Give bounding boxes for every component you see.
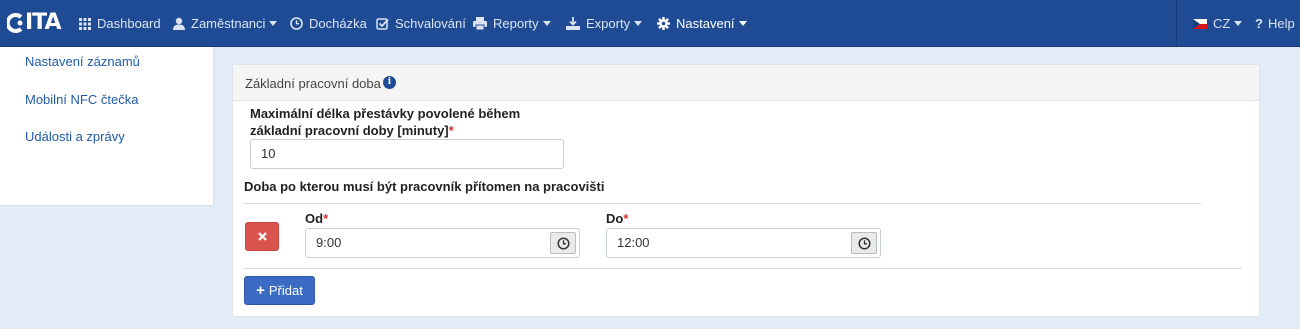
caret-down-icon — [542, 21, 551, 26]
break-label-line1: Maximální délka přestávky povolené během — [250, 106, 521, 121]
to-time-input[interactable]: 12:00 — [606, 228, 881, 258]
clock-icon — [857, 236, 871, 250]
clock-icon — [556, 236, 570, 250]
nav-reports[interactable]: Reporty — [473, 0, 551, 47]
top-navbar: ITA Dashboard Zaměstnanci Docházka Schva… — [0, 0, 1300, 47]
row-divider — [244, 268, 1242, 269]
print-icon — [473, 17, 487, 30]
presence-time-label: Doba po kterou musí být pracovník přítom… — [244, 179, 605, 194]
grid-icon — [79, 17, 91, 30]
to-label: Do* — [606, 211, 628, 226]
info-icon[interactable]: i — [383, 76, 396, 89]
gear-icon — [657, 17, 670, 30]
delete-row-button[interactable] — [245, 222, 279, 251]
panel-header: Základní pracovní doba i — [233, 65, 1259, 101]
close-icon — [257, 232, 267, 241]
help-link[interactable]: ? Help — [1255, 0, 1295, 47]
nav-employees-label: Zaměstnanci — [191, 16, 266, 31]
add-row-button[interactable]: + Přidat — [244, 276, 315, 305]
from-label: Od* — [305, 211, 328, 226]
nav-exports[interactable]: Exporty — [566, 0, 643, 47]
from-label-text: Od — [305, 211, 324, 226]
add-button-label: Přidat — [268, 283, 303, 298]
caret-down-icon — [738, 21, 747, 26]
sidebar-item-record-settings[interactable]: Nastavení záznamů — [25, 54, 140, 69]
nav-settings[interactable]: Nastavení — [657, 0, 747, 47]
nav-employees[interactable]: Zaměstnanci — [173, 0, 278, 47]
sidebar-item-nfc-reader[interactable]: Mobilní NFC čtečka — [25, 92, 138, 107]
from-time-value: 9:00 — [316, 235, 342, 250]
nav-exports-label: Exporty — [586, 16, 631, 31]
to-time-value: 12:00 — [617, 235, 650, 250]
navbar-divider — [1176, 0, 1177, 47]
required-mark: * — [623, 211, 629, 226]
language-label: CZ — [1213, 16, 1231, 31]
caret-down-icon — [269, 21, 278, 26]
nav-attendance[interactable]: Docházka — [290, 0, 367, 47]
sidebar-item-events-messages[interactable]: Události a zprávy — [25, 129, 125, 144]
to-time-picker-button[interactable] — [851, 232, 877, 254]
settings-sidebar: Nastavení záznamů Mobilní NFC čtečka Udá… — [0, 47, 214, 206]
break-minutes-input[interactable]: 10 — [250, 139, 564, 169]
caret-down-icon — [634, 21, 643, 26]
break-length-label: Maximální délka přestávky povolené během… — [250, 106, 520, 138]
user-icon — [173, 17, 185, 30]
nav-dashboard[interactable]: Dashboard — [79, 0, 161, 47]
help-label: Help — [1267, 16, 1295, 31]
required-mark: * — [448, 123, 454, 138]
break-label-line2: základní pracovní doby [minuty] — [250, 123, 449, 138]
from-time-picker-button[interactable] — [550, 232, 576, 254]
plus-icon: + — [256, 282, 265, 299]
logo[interactable]: ITA — [7, 10, 62, 35]
check-square-icon — [376, 17, 389, 30]
download-icon — [566, 17, 580, 30]
section-divider — [244, 203, 1201, 204]
nav-dashboard-label: Dashboard — [97, 16, 161, 31]
czech-flag-icon — [1193, 18, 1207, 29]
required-mark: * — [323, 211, 329, 226]
nav-settings-label: Nastavení — [676, 16, 735, 31]
question-icon: ? — [1255, 16, 1263, 31]
logo-text: ITA — [25, 10, 62, 35]
nav-reports-label: Reporty — [493, 16, 539, 31]
clock-icon — [290, 17, 303, 30]
to-label-text: Do — [606, 211, 624, 226]
caret-down-icon — [1234, 21, 1243, 26]
panel-title: Základní pracovní doba — [245, 76, 381, 91]
from-time-input[interactable]: 9:00 — [305, 228, 580, 258]
logo-mark-icon — [7, 13, 23, 33]
nav-approvals-label: Schvalování — [395, 16, 466, 31]
language-selector[interactable]: CZ — [1193, 0, 1243, 47]
nav-attendance-label: Docházka — [309, 16, 367, 31]
nav-approvals[interactable]: Schvalování — [376, 0, 466, 47]
basic-working-time-panel: Základní pracovní doba i Maximální délka… — [232, 64, 1260, 317]
